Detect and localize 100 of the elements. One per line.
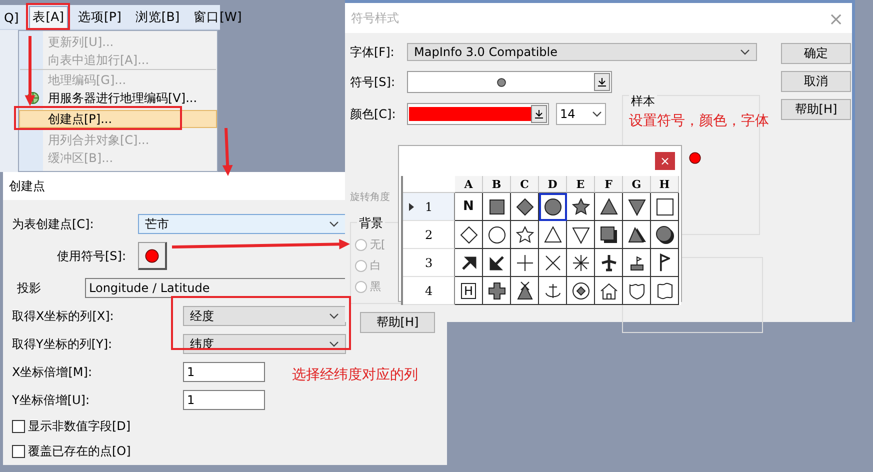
field-label: 取得Y坐标的列[Y]: xyxy=(12,336,114,352)
star-icon xyxy=(514,224,534,244)
symbol-cell[interactable] xyxy=(595,277,623,305)
radio-button[interactable] xyxy=(355,260,367,272)
symbol-cell[interactable] xyxy=(539,193,567,221)
checkbox[interactable] xyxy=(12,445,25,458)
dropdown-button[interactable] xyxy=(594,73,610,91)
projection-field[interactable]: Longitude / Latitude xyxy=(85,278,347,298)
caret-icon xyxy=(409,202,414,210)
menu-bar-item[interactable]: 浏览[B] xyxy=(131,6,184,28)
chevron-down-icon xyxy=(329,341,339,347)
dropdown-button[interactable] xyxy=(531,105,547,123)
y-multiplier-field[interactable]: 1 xyxy=(183,390,265,410)
menu-bar-item[interactable]: 选项[P] xyxy=(74,6,126,28)
symbol-cell[interactable] xyxy=(567,221,595,249)
menu-item[interactable]: 创建点[P]... xyxy=(19,110,217,128)
symbol-cell[interactable] xyxy=(483,221,511,249)
symbol-cell[interactable] xyxy=(651,249,679,277)
field-label: 为表创建点[C]: xyxy=(12,216,95,232)
field-label: 字体[F]: xyxy=(350,44,394,60)
symbol-button[interactable] xyxy=(138,242,167,270)
symbol-cell[interactable] xyxy=(623,221,651,249)
symbol-cell[interactable] xyxy=(539,249,567,277)
row-header[interactable]: 3 xyxy=(403,249,455,277)
symbol-cell[interactable] xyxy=(623,249,651,277)
symbol-cell[interactable] xyxy=(567,249,595,277)
square-icon xyxy=(654,196,674,216)
square-icon xyxy=(486,196,506,216)
help-button[interactable]: 帮助[H] xyxy=(360,312,435,333)
row-number: 4 xyxy=(425,284,433,298)
checkbox[interactable] xyxy=(12,420,25,433)
menu-bar-item[interactable]: 表[A] xyxy=(28,6,68,28)
chevron-down-icon xyxy=(329,221,339,227)
color-select[interactable] xyxy=(407,103,549,125)
symbol-cell[interactable] xyxy=(511,221,539,249)
size-select[interactable]: 14 xyxy=(556,103,606,125)
symbol-cell[interactable] xyxy=(651,277,679,305)
symbol-cell[interactable] xyxy=(511,193,539,221)
radio-label: 无[ xyxy=(370,237,386,252)
symbol-cell[interactable] xyxy=(455,221,483,249)
pyramid-icon xyxy=(626,224,646,244)
download-icon xyxy=(535,110,543,118)
symbol-cell[interactable] xyxy=(623,277,651,305)
symbol-cell[interactable] xyxy=(595,193,623,221)
row-header[interactable]: 2 xyxy=(403,221,455,249)
symbol-cell[interactable]: N xyxy=(455,193,483,221)
column-header: B xyxy=(483,176,511,193)
symbol-cell[interactable] xyxy=(511,277,539,305)
annotation-text: 选择经纬度对应的列 xyxy=(292,366,418,384)
circle-icon xyxy=(486,224,506,244)
close-button[interactable]: × xyxy=(655,152,675,170)
field-label: 符号[S]: xyxy=(350,74,396,90)
dialog-button[interactable]: 帮助[H] xyxy=(781,99,851,120)
download-icon xyxy=(598,78,606,86)
symbol-cell[interactable] xyxy=(651,221,679,249)
dialog-title: 符号样式 xyxy=(351,10,399,26)
asterisk-icon xyxy=(570,252,590,272)
row-number: 3 xyxy=(425,256,433,270)
symbol-cell[interactable] xyxy=(511,249,539,277)
x-column-select[interactable]: 经度 xyxy=(183,306,346,326)
symbol-cell[interactable] xyxy=(623,193,651,221)
symbol-cell[interactable] xyxy=(539,277,567,305)
column-header: E xyxy=(567,176,595,193)
field-label: 旋转角度 xyxy=(350,190,390,204)
symbol-cell[interactable] xyxy=(483,249,511,277)
symbol-cell[interactable] xyxy=(567,277,595,305)
x-multiplier-field[interactable]: 1 xyxy=(183,362,265,382)
symbol-cell[interactable] xyxy=(455,249,483,277)
checkbox-label: 显示非数值字段[D] xyxy=(28,418,131,435)
annotation-text: 设置符号，颜色，字体 xyxy=(629,112,769,130)
column-header: A xyxy=(455,176,483,193)
circle-icon xyxy=(542,196,562,216)
symbol-cell[interactable] xyxy=(595,249,623,277)
column-header: C xyxy=(511,176,539,193)
badge-icon xyxy=(654,280,674,300)
dialog-button[interactable]: 确定 xyxy=(781,43,851,64)
menu-bar-item[interactable]: 窗口[W] xyxy=(190,6,246,28)
symbol-cell[interactable]: H xyxy=(455,277,483,305)
symbol-cell[interactable] xyxy=(483,277,511,305)
symbol-cell[interactable] xyxy=(539,221,567,249)
dialog-button[interactable]: 取消 xyxy=(781,71,851,92)
symbol-cell[interactable] xyxy=(567,193,595,221)
triangle-icon xyxy=(626,196,646,216)
field-label: 投影 xyxy=(17,280,42,296)
row-header[interactable]: 4 xyxy=(403,277,455,305)
dialog-title: 创建点 xyxy=(9,178,45,194)
symbol-cell[interactable] xyxy=(483,193,511,221)
symbol-glyph: H xyxy=(460,282,476,298)
field-label: X坐标倍增[M]: xyxy=(12,364,93,380)
radio-button[interactable] xyxy=(355,238,367,250)
font-select[interactable]: MapInfo 3.0 Compatible xyxy=(407,43,757,61)
cross-icon xyxy=(486,280,506,300)
symbol-cell[interactable] xyxy=(595,221,623,249)
symbol-cell[interactable] xyxy=(651,193,679,221)
radio-button[interactable] xyxy=(355,280,367,292)
table-select[interactable]: 芒市 xyxy=(138,214,346,234)
highlight-frame xyxy=(26,3,70,30)
chevron-down-icon xyxy=(329,313,339,319)
row-header[interactable]: 1 xyxy=(403,193,455,221)
menu-bar-item[interactable]: Q] xyxy=(0,6,23,28)
